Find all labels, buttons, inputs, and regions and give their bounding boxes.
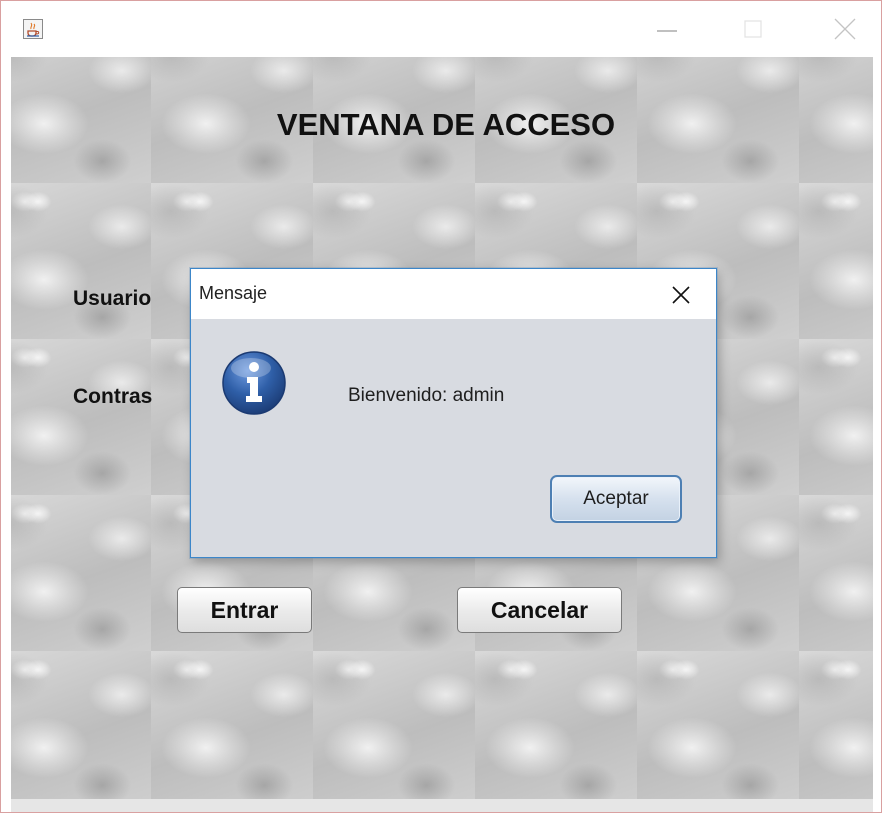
window-titlebar[interactable]: [1, 1, 881, 57]
window-bottom-border: [11, 799, 873, 812]
dialog-message: Bienvenido: admin: [348, 385, 505, 406]
username-label: Usuario: [73, 287, 152, 310]
password-label: Contras: [73, 385, 153, 408]
maximize-icon[interactable]: [739, 15, 767, 43]
dialog-titlebar[interactable]: Mensaje: [191, 269, 716, 319]
cancel-button[interactable]: Cancelar: [457, 587, 622, 633]
message-dialog: Mensaje Bienvenido: admin Aceptar: [190, 268, 717, 558]
app-window: VENTANA DE ACCESO Usuario Contras Entrar…: [0, 0, 882, 813]
java-cup-icon: [23, 19, 43, 39]
ok-button[interactable]: Aceptar: [550, 475, 682, 523]
dialog-title: Mensaje: [199, 283, 268, 303]
minimize-icon[interactable]: [653, 15, 681, 43]
enter-button[interactable]: Entrar: [177, 587, 312, 633]
close-icon[interactable]: [669, 283, 693, 307]
page-title: VENTANA DE ACCESO: [276, 107, 616, 142]
close-icon[interactable]: [831, 15, 859, 43]
info-icon: [221, 350, 287, 416]
